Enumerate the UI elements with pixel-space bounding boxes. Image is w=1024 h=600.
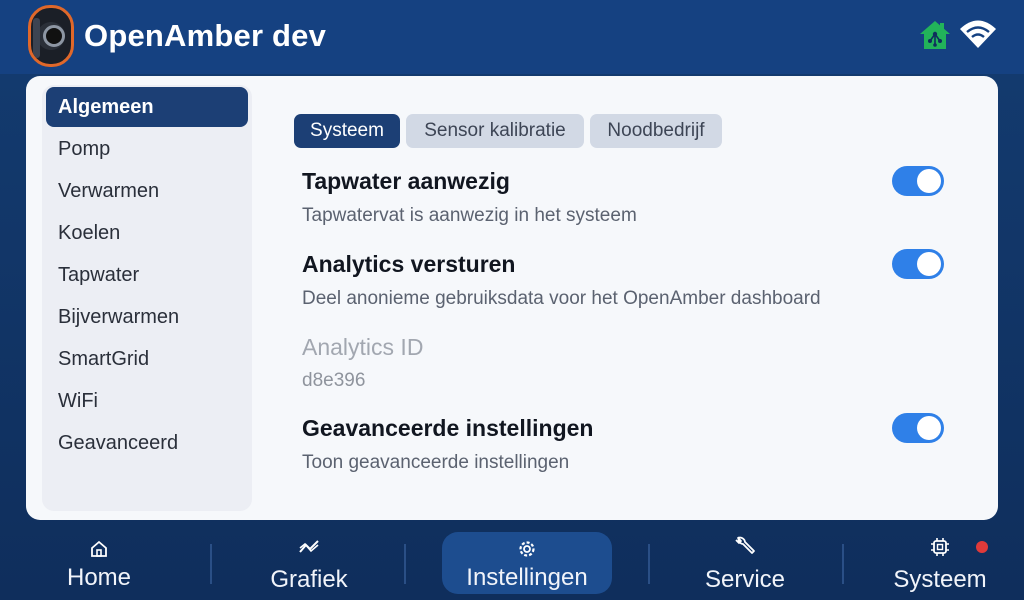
nav-service[interactable]: Service xyxy=(670,522,820,600)
chip-icon xyxy=(931,538,949,556)
sidebar-item-pomp[interactable]: Pomp xyxy=(46,129,248,169)
advanced-title: Geavanceerde instellingen xyxy=(302,415,594,441)
nav-home[interactable]: Home xyxy=(24,522,174,600)
settings-sidebar: Algemeen Pomp Verwarmen Koelen Tapwater … xyxy=(42,85,252,511)
nav-divider xyxy=(210,544,212,584)
tapwater-toggle[interactable] xyxy=(892,166,944,196)
nav-divider xyxy=(404,544,406,584)
sidebar-item-geavanceerd[interactable]: Geavanceerd xyxy=(46,423,248,463)
nav-home-label: Home xyxy=(66,564,132,591)
sidebar-item-algemeen[interactable]: Algemeen xyxy=(46,87,248,127)
sidebar-item-tapwater[interactable]: Tapwater xyxy=(46,255,248,295)
tab-sensor-kalibratie[interactable]: Sensor kalibratie xyxy=(406,114,584,148)
tab-noodbedrijf[interactable]: Noodbedrijf xyxy=(590,114,722,148)
analytics-toggle[interactable] xyxy=(892,249,944,279)
nav-grafiek[interactable]: Grafiek xyxy=(234,522,384,600)
nav-systeem[interactable]: Systeem xyxy=(865,522,1015,600)
gear-icon xyxy=(519,541,535,557)
home-icon xyxy=(91,540,107,557)
system-alert-indicator xyxy=(976,541,988,553)
analytics-id-title: Analytics ID xyxy=(302,334,424,360)
sidebar-item-bijverwarmen[interactable]: Bijverwarmen xyxy=(46,297,248,337)
tab-systeem[interactable]: Systeem xyxy=(294,114,400,148)
sidebar-item-smartgrid[interactable]: SmartGrid xyxy=(46,339,248,379)
top-bar: OpenAmber dev xyxy=(0,0,1024,74)
sidebar-item-verwarmen[interactable]: Verwarmen xyxy=(46,171,248,211)
tapwater-title: Tapwater aanwezig xyxy=(302,168,510,194)
home-network-icon[interactable] xyxy=(918,19,952,51)
nav-divider xyxy=(842,544,844,584)
app-logo xyxy=(28,5,74,67)
bottom-navigation: Home Grafiek Instellingen Service Systee… xyxy=(0,522,1024,600)
nav-systeem-label: Systeem xyxy=(893,566,987,593)
advanced-description: Toon geavanceerde instellingen xyxy=(302,452,570,473)
toggle-knob xyxy=(917,169,941,193)
chart-icon xyxy=(299,540,319,553)
nav-instellingen[interactable]: Instellingen xyxy=(442,522,612,600)
nav-divider xyxy=(648,544,650,584)
nav-grafiek-label: Grafiek xyxy=(270,566,348,593)
settings-card: Algemeen Pomp Verwarmen Koelen Tapwater … xyxy=(26,76,998,520)
wifi-icon[interactable] xyxy=(958,18,998,50)
app-title: OpenAmber dev xyxy=(84,18,327,53)
sidebar-item-koelen[interactable]: Koelen xyxy=(46,213,248,253)
analytics-id-value: d8e396 xyxy=(302,370,366,391)
toggle-knob xyxy=(917,252,941,276)
analytics-description: Deel anonieme gebruiksdata voor het Open… xyxy=(302,288,821,309)
analytics-title: Analytics versturen xyxy=(302,251,516,277)
toggle-knob xyxy=(917,416,941,440)
tapwater-description: Tapwatervat is aanwezig in het systeem xyxy=(302,205,637,226)
nav-service-label: Service xyxy=(704,566,786,593)
nav-instellingen-label: Instellingen xyxy=(466,564,588,591)
sidebar-item-wifi[interactable]: WiFi xyxy=(46,381,248,421)
advanced-toggle[interactable] xyxy=(892,413,944,443)
wrench-icon xyxy=(735,536,755,554)
